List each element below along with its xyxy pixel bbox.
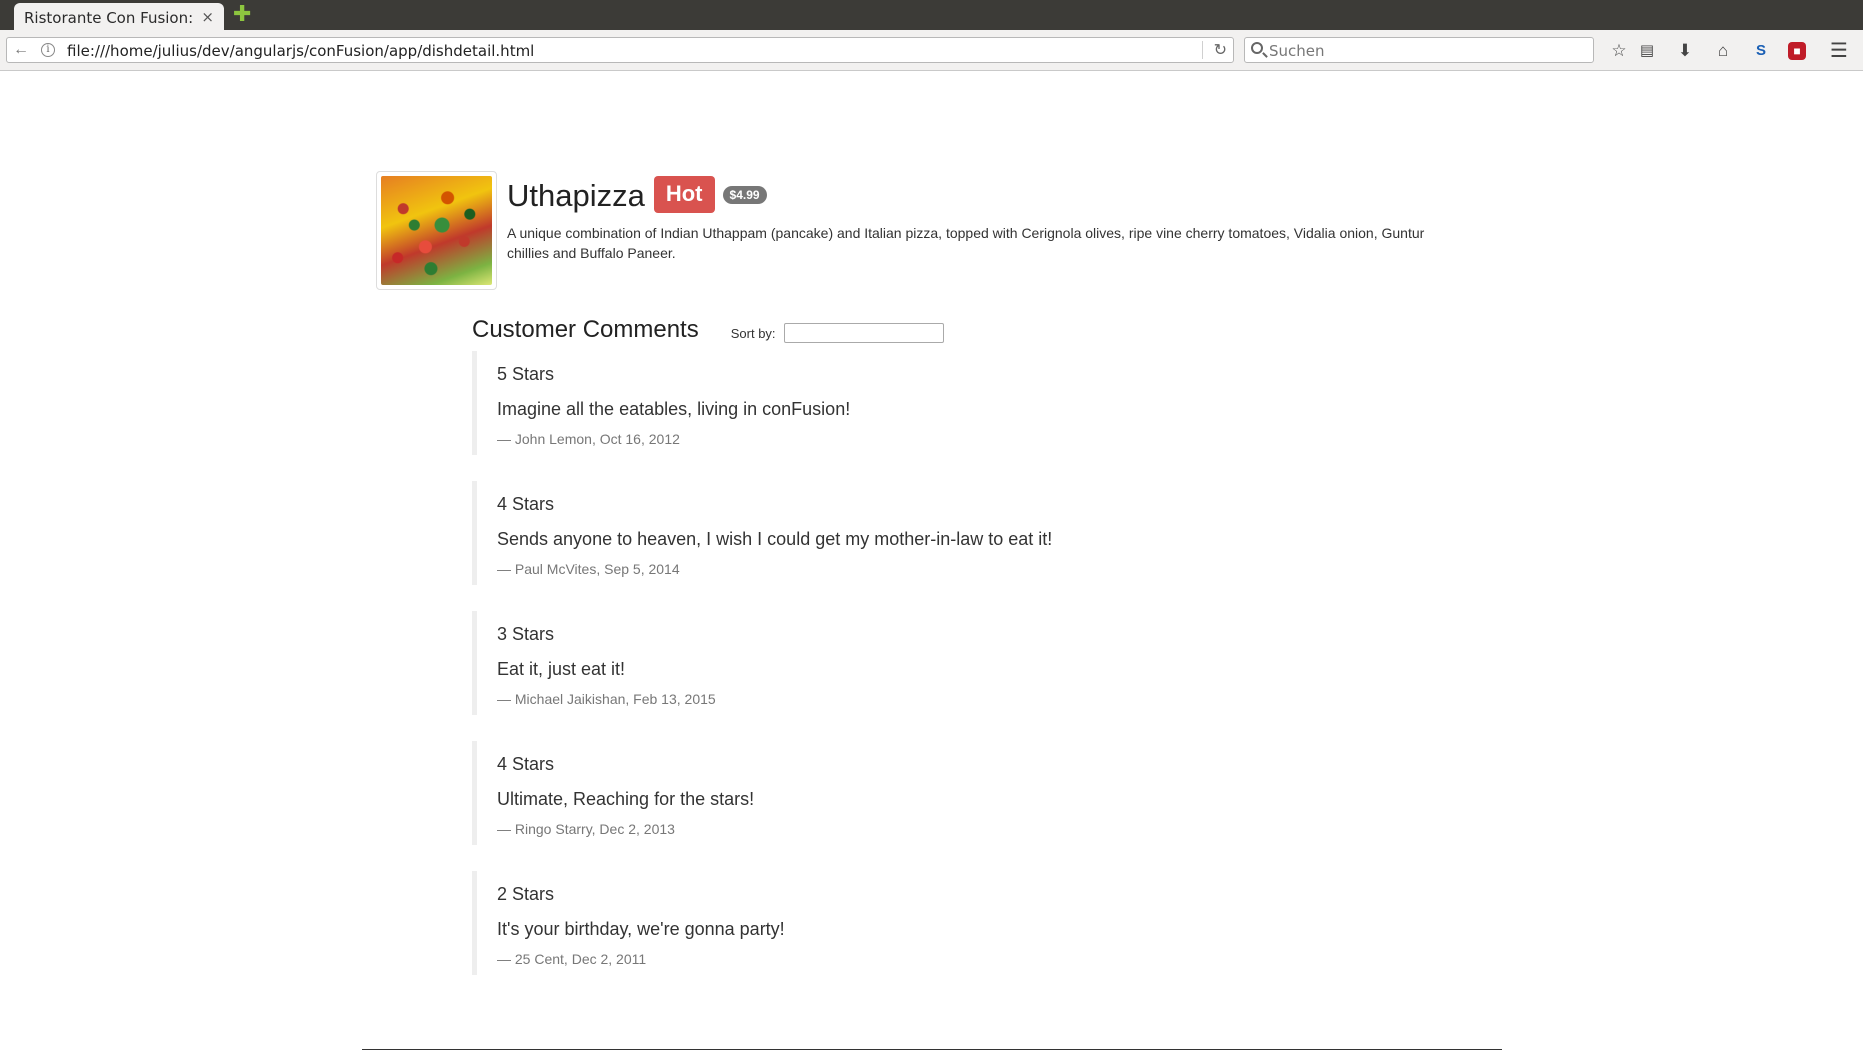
- hot-label: Hot: [653, 175, 715, 213]
- divider: [362, 1049, 1502, 1050]
- comments-title: Customer Comments: [472, 316, 699, 343]
- comment-author: — 25 Cent, Dec 2, 2011: [497, 951, 647, 967]
- dish-body: Uthapizza Hot $4.99 A unique combination…: [507, 171, 1447, 263]
- price-badge: $4.99: [722, 186, 767, 204]
- dish-name: Uthapizza: [507, 178, 645, 213]
- menu-icon[interactable]: ☰: [1828, 40, 1850, 62]
- comment-rating: 4 Stars: [497, 754, 555, 774]
- tab-active[interactable]: Ristorante Con Fusion: ... ×: [14, 3, 224, 30]
- comment-author: — Paul McVites, Sep 5, 2014: [497, 561, 680, 577]
- comment-rating: 2 Stars: [497, 884, 555, 904]
- bookmark-star-icon[interactable]: ☆: [1608, 40, 1630, 62]
- info-icon[interactable]: i: [41, 43, 55, 57]
- comment-author: — Ringo Starry, Dec 2, 2013: [497, 821, 675, 837]
- download-icon[interactable]: ⬇: [1674, 40, 1696, 62]
- comment-item: 3 Stars Eat it, just eat it! — Michael J…: [472, 611, 1172, 715]
- comment-author: — John Lemon, Oct 16, 2012: [497, 431, 680, 447]
- comment-text: Eat it, just eat it!: [497, 659, 626, 679]
- sort-label: Sort by:: [730, 326, 776, 341]
- comment-author: — Michael Jaikishan, Feb 13, 2015: [497, 691, 716, 707]
- comment-text: It's your birthday, we're gonna party!: [497, 919, 785, 939]
- dish-description: A unique combination of Indian Uthappam …: [507, 225, 1425, 261]
- navigation-toolbar: ← i file:///home/julius/dev/angularjs/co…: [0, 30, 1863, 71]
- reader-icon[interactable]: ▤: [1636, 40, 1658, 62]
- comment-item: 5 Stars Imagine all the eatables, living…: [472, 351, 1172, 455]
- comment-rating: 3 Stars: [497, 624, 555, 644]
- comment-rating: 4 Stars: [497, 494, 555, 514]
- sync-icon[interactable]: S: [1750, 40, 1772, 62]
- comments-header: Customer Comments Sort by:: [472, 310, 1472, 344]
- comment-item: 2 Stars It's your birthday, we're gonna …: [472, 871, 1172, 975]
- comment-rating: 5 Stars: [497, 364, 555, 384]
- comment-text: Sends anyone to heaven, I wish I could g…: [497, 529, 1053, 549]
- search-icon: [1251, 42, 1263, 54]
- comment-text: Imagine all the eatables, living in conF…: [497, 399, 851, 419]
- sort-input[interactable]: [783, 323, 944, 343]
- comment-item: 4 Stars Sends anyone to heaven, I wish I…: [472, 481, 1172, 585]
- extension-icon[interactable]: ■: [1788, 42, 1806, 60]
- close-tab-icon[interactable]: ×: [201, 8, 214, 26]
- search-input[interactable]: Suchen: [1269, 42, 1325, 60]
- dish-heading: Uthapizza Hot $4.99: [507, 171, 1447, 217]
- home-icon[interactable]: ⌂: [1712, 40, 1734, 62]
- dish-thumbnail: [376, 171, 497, 290]
- dish-image: [381, 176, 492, 285]
- new-tab-icon[interactable]: ✚: [233, 3, 253, 25]
- comments-section: Customer Comments Sort by: 5 Stars Imagi…: [472, 310, 1472, 975]
- search-bar[interactable]: Suchen: [1244, 37, 1594, 63]
- reload-icon[interactable]: ↻: [1214, 40, 1227, 60]
- tab-bar: Ristorante Con Fusion: ... × ✚: [0, 0, 1863, 30]
- comment-item: 4 Stars Ultimate, Reaching for the stars…: [472, 741, 1172, 845]
- url-separator: [1202, 41, 1203, 59]
- back-icon[interactable]: ←: [9, 39, 33, 61]
- url-text[interactable]: file:///home/julius/dev/angularjs/conFus…: [67, 42, 534, 60]
- url-bar[interactable]: ← i file:///home/julius/dev/angularjs/co…: [6, 37, 1234, 63]
- tab-title: Ristorante Con Fusion: ...: [24, 9, 192, 27]
- comment-text: Ultimate, Reaching for the stars!: [497, 789, 755, 809]
